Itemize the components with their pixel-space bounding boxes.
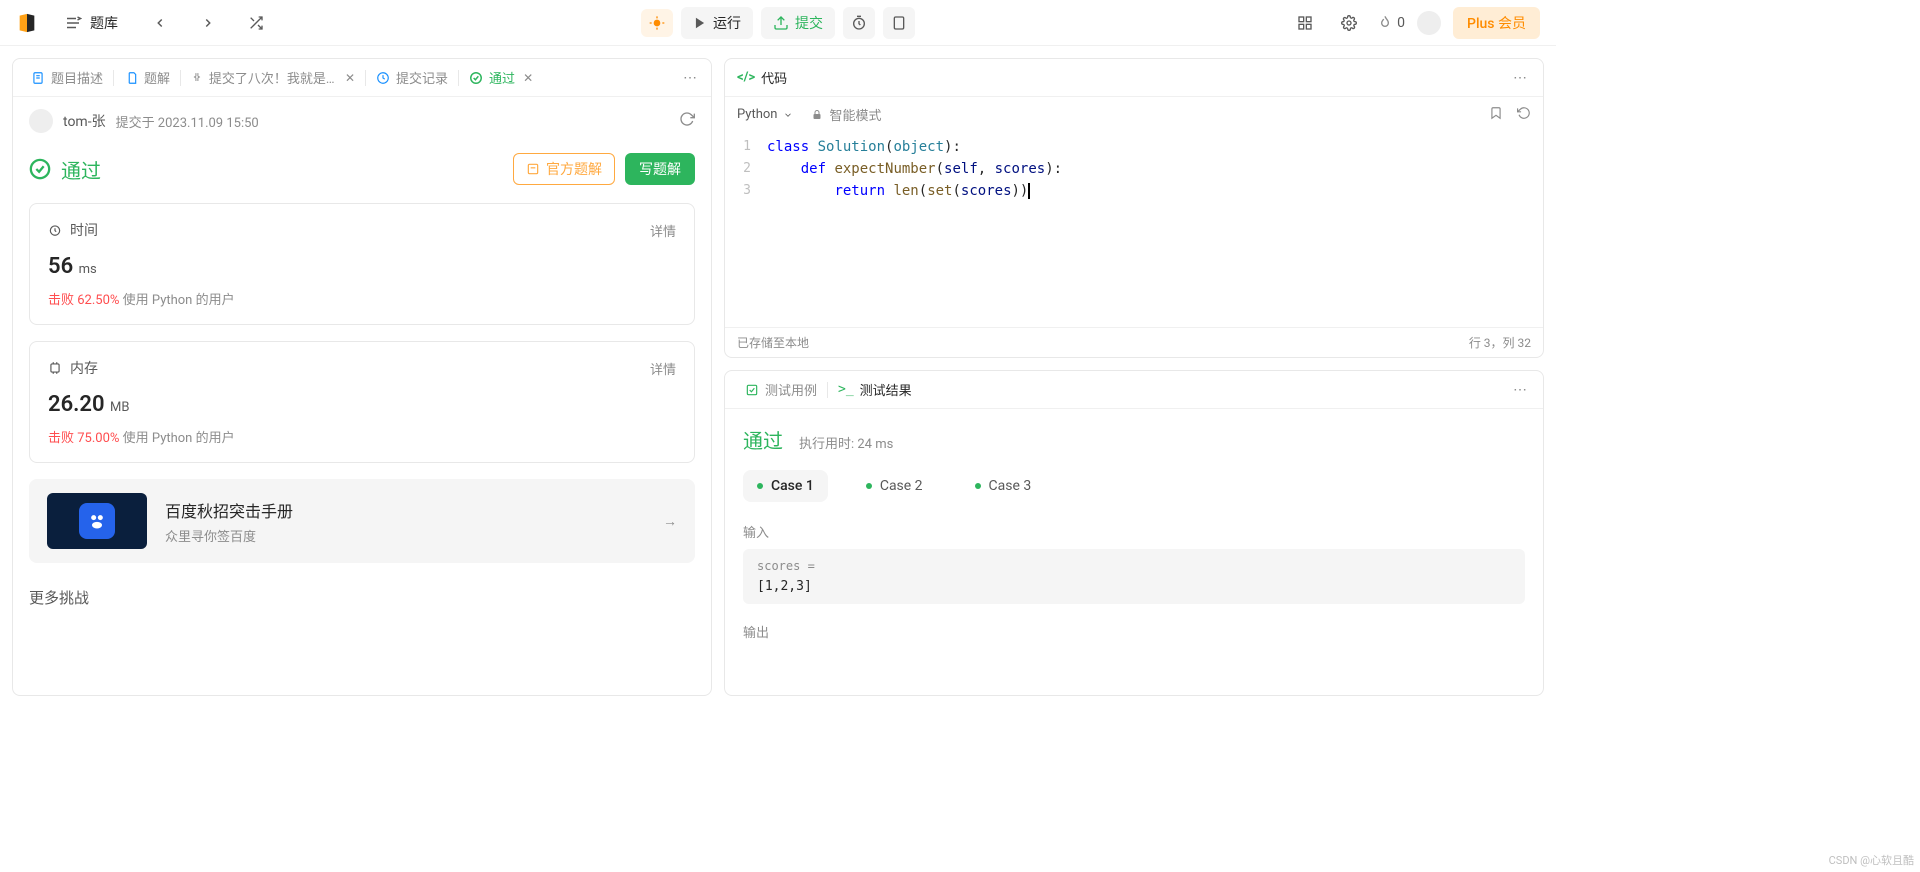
problem-bank-label: 题库 — [90, 13, 118, 33]
streak-counter[interactable]: 0 — [1377, 15, 1405, 31]
more-tabs-button[interactable]: ⋯ — [679, 66, 701, 90]
arrow-right-icon: → — [663, 513, 677, 530]
timer-button[interactable] — [843, 7, 875, 39]
run-button[interactable]: 运行 — [681, 7, 753, 39]
test-more-button[interactable]: ⋯ — [1509, 378, 1531, 402]
promo-image — [47, 493, 147, 549]
promo-subtitle: 众里寻你签百度 — [165, 526, 293, 545]
submit-label: 提交 — [795, 13, 823, 33]
promo-title: 百度秋招突击手册 — [165, 498, 293, 522]
test-pass-status: 通过 — [743, 425, 783, 454]
shuffle-button[interactable] — [240, 7, 272, 39]
close-icon[interactable]: ✕ — [523, 71, 533, 85]
submission-header: tom-张 提交于 2023.11.09 15:50 — [13, 97, 711, 145]
time-detail-link[interactable]: 详情 — [650, 221, 676, 240]
more-challenges-title: 更多挑战 — [13, 579, 711, 616]
input-box: scores = [1,2,3] — [743, 549, 1525, 604]
time-title: 时间 — [70, 220, 98, 240]
test-cases-tab[interactable]: 测试用例 — [737, 376, 825, 403]
debug-button[interactable] — [641, 9, 673, 37]
reload-button[interactable] — [679, 111, 695, 131]
topbar: 题库 运行 提交 0 Plus 会员 — [0, 0, 1556, 46]
prev-problem-button[interactable] — [144, 7, 176, 39]
promo-card[interactable]: 百度秋招突击手册 众里寻你签百度 → — [29, 479, 695, 563]
language-selector[interactable]: Python — [737, 107, 793, 122]
tab-solution[interactable]: 题解 — [116, 64, 178, 91]
test-results-tab[interactable]: >_ 测试结果 — [830, 376, 920, 403]
case-tab-3[interactable]: Case 3 — [961, 470, 1046, 502]
cursor-position: 行 3，列 32 — [1469, 334, 1531, 351]
watermark: CSDN @心软且酷 — [1829, 852, 1914, 868]
tab-accepted[interactable]: 通过 ✕ — [461, 64, 541, 91]
code-tab[interactable]: </> 代码 — [737, 68, 787, 87]
memory-value: 26.20 — [48, 392, 105, 417]
output-label: 输出 — [743, 622, 1525, 641]
official-solution-button[interactable]: 官方题解 — [513, 153, 615, 185]
test-runtime: 执行用时: 24 ms — [799, 433, 893, 452]
submitter-avatar[interactable] — [29, 109, 53, 133]
settings-button[interactable] — [1333, 7, 1365, 39]
accepted-status: 通过 — [29, 155, 101, 184]
reset-code-button[interactable] — [1517, 106, 1531, 124]
write-solution-button[interactable]: 写题解 — [625, 153, 695, 185]
tab-description[interactable]: 题目描述 — [23, 64, 111, 91]
code-more-button[interactable]: ⋯ — [1509, 66, 1531, 90]
case-tab-2[interactable]: Case 2 — [852, 470, 937, 502]
tab-history[interactable]: 提交记录 — [368, 64, 456, 91]
streak-count: 0 — [1397, 15, 1405, 31]
memory-card: 内存 详情 26.20 MB 击败 75.00% 使用 Python 的用户 — [29, 341, 695, 463]
memory-detail-link[interactable]: 详情 — [650, 359, 676, 378]
run-label: 运行 — [713, 13, 741, 33]
problem-bank-button[interactable]: 题库 — [54, 9, 128, 37]
next-problem-button[interactable] — [192, 7, 224, 39]
memory-title: 内存 — [70, 358, 98, 378]
submission-time: 提交于 2023.11.09 15:50 — [116, 112, 259, 131]
submitter-name[interactable]: tom-张 — [63, 111, 106, 131]
smart-mode-toggle[interactable]: 智能模式 — [811, 105, 881, 124]
submit-button[interactable]: 提交 — [761, 7, 835, 39]
plus-member-button[interactable]: Plus 会员 — [1453, 7, 1540, 39]
case-tab-1[interactable]: Case 1 — [743, 470, 828, 502]
time-card: 时间 详情 56 ms 击败 62.50% 使用 Python 的用户 — [29, 203, 695, 325]
save-status: 已存储至本地 — [737, 334, 809, 351]
code-editor[interactable]: 1class Solution(object): 2 def expectNum… — [725, 132, 1543, 327]
tab-submit-many[interactable]: 提交了八次！我就是个笨… ✕ — [183, 64, 363, 91]
layout-button[interactable] — [1289, 7, 1321, 39]
note-button[interactable] — [883, 7, 915, 39]
user-avatar[interactable] — [1417, 11, 1441, 35]
close-icon[interactable]: ✕ — [345, 71, 355, 85]
time-value: 56 — [48, 254, 73, 279]
bookmark-button[interactable] — [1489, 106, 1503, 124]
left-tabs-bar: 题目描述 题解 提交了八次！我就是个笨… ✕ 提交记录 通过 ✕ — [13, 59, 711, 97]
logo[interactable] — [16, 12, 38, 34]
input-label: 输入 — [743, 522, 1525, 541]
